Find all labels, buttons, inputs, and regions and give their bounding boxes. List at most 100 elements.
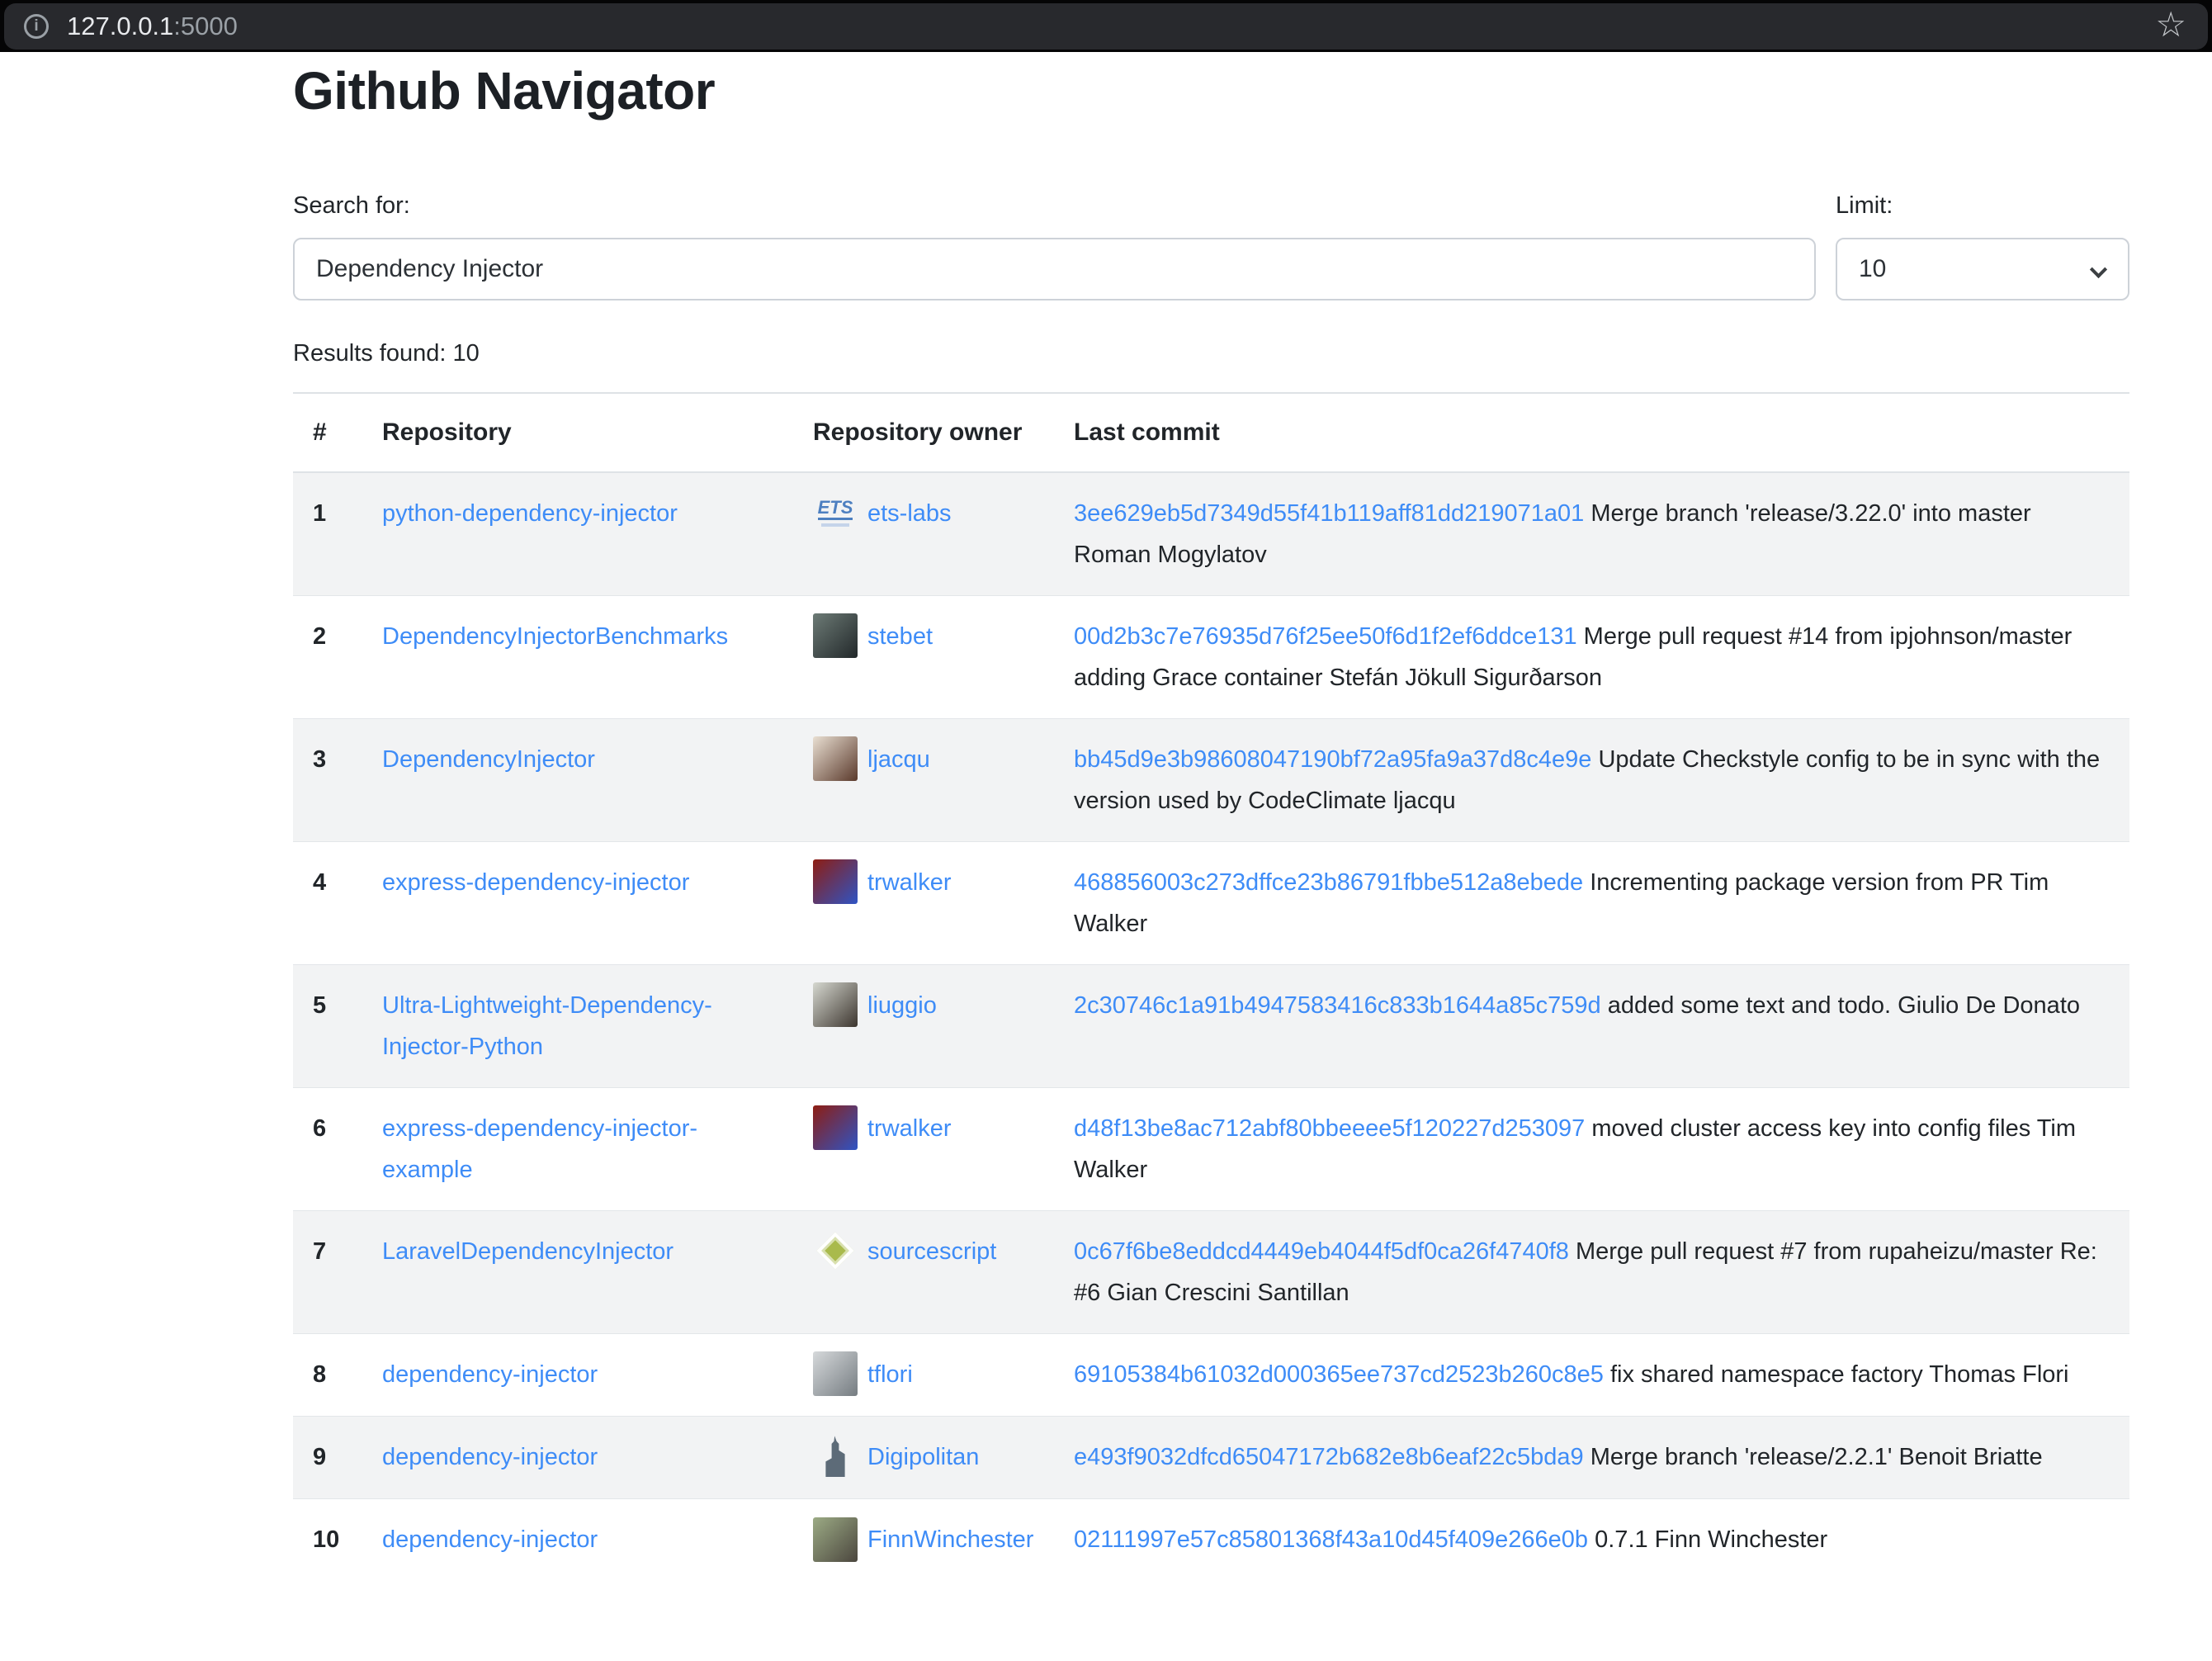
row-number-cell: 2 bbox=[293, 595, 362, 718]
commit-cell: 3ee629eb5d7349d55f41b119aff81dd219071a01… bbox=[1054, 472, 2129, 596]
owner-cell: trwalker bbox=[793, 1087, 1054, 1210]
repository-link[interactable]: dependency-injector bbox=[382, 1444, 598, 1470]
table-row: 5 Ultra-Lightweight-Dependency-Injector-… bbox=[293, 964, 2129, 1087]
site-info-icon[interactable]: i bbox=[24, 14, 49, 39]
repository-link[interactable]: DependencyInjectorBenchmarks bbox=[382, 623, 728, 650]
table-row: 4 express-dependency-injector trwalker 4… bbox=[293, 841, 2129, 964]
commit-cell: 02111997e57c85801368f43a10d45f409e266e0b… bbox=[1054, 1499, 2129, 1582]
results-table-body: 1 python-dependency-injector ETS ets-labs… bbox=[293, 472, 2129, 1582]
repository-cell: Ultra-Lightweight-Dependency-Injector-Py… bbox=[362, 964, 793, 1087]
ets-labs-logo-icon: ETS bbox=[813, 490, 858, 535]
sourcescript-diamond-logo-icon bbox=[813, 1228, 858, 1273]
row-number-cell: 1 bbox=[293, 472, 362, 596]
commit-message: 0.7.1 Finn Winchester bbox=[1595, 1526, 1827, 1553]
owner-link[interactable]: ets-labs bbox=[867, 500, 952, 527]
row-number-cell: 8 bbox=[293, 1333, 362, 1416]
owner-cell: trwalker bbox=[793, 841, 1054, 964]
limit-field-group: Limit: 10 bbox=[1836, 192, 2129, 300]
repository-link[interactable]: express-dependency-injector bbox=[382, 869, 689, 896]
repository-link[interactable]: python-dependency-injector bbox=[382, 500, 678, 527]
column-header-owner: Repository owner bbox=[793, 393, 1054, 472]
owner-link[interactable]: liuggio bbox=[867, 992, 937, 1019]
table-row: 2 DependencyInjectorBenchmarks stebet 00… bbox=[293, 595, 2129, 718]
repository-link[interactable]: express-dependency-injector-example bbox=[382, 1115, 697, 1183]
owner-cell: tflori bbox=[793, 1333, 1054, 1416]
user-photo-avatar bbox=[813, 1517, 858, 1562]
commit-hash-link[interactable]: 69105384b61032d000365ee737cd2523b260c8e5 bbox=[1074, 1361, 1604, 1388]
results-table: # Repository Repository owner Last commi… bbox=[293, 392, 2129, 1582]
owner-link[interactable]: stebet bbox=[867, 623, 933, 650]
commit-hash-link[interactable]: bb45d9e3b98608047190bf72a95fa9a37d8c4e9e bbox=[1074, 746, 1591, 773]
repository-cell: dependency-injector bbox=[362, 1499, 793, 1582]
commit-message: fix shared namespace factory Thomas Flor… bbox=[1610, 1361, 2069, 1388]
repository-link[interactable]: DependencyInjector bbox=[382, 746, 595, 773]
commit-cell: e493f9032dfcd65047172b682e8b6eaf22c5bda9… bbox=[1054, 1417, 2129, 1499]
commit-hash-link[interactable]: 0c67f6be8eddcd4449eb4044f5df0ca26f4740f8 bbox=[1074, 1238, 1569, 1265]
owner-cell: FinnWinchester bbox=[793, 1499, 1054, 1582]
row-number: 6 bbox=[313, 1115, 326, 1142]
commit-message: Merge branch 'release/2.2.1' Benoit Bria… bbox=[1590, 1444, 2043, 1470]
owner-link[interactable]: Digipolitan bbox=[867, 1444, 979, 1470]
commit-hash-link[interactable]: 00d2b3c7e76935d76f25ee50f6d1f2ef6ddce131 bbox=[1074, 623, 1577, 650]
owner-link[interactable]: sourcescript bbox=[867, 1238, 996, 1265]
url-port: :5000 bbox=[173, 12, 238, 41]
row-number: 4 bbox=[313, 869, 326, 896]
column-header-number: # bbox=[293, 393, 362, 472]
commit-cell: 0c67f6be8eddcd4449eb4044f5df0ca26f4740f8… bbox=[1054, 1210, 2129, 1333]
repository-cell: dependency-injector bbox=[362, 1333, 793, 1416]
commit-cell: 00d2b3c7e76935d76f25ee50f6d1f2ef6ddce131… bbox=[1054, 595, 2129, 718]
row-number: 3 bbox=[313, 746, 326, 773]
row-number: 10 bbox=[313, 1526, 339, 1553]
repository-cell: DependencyInjector bbox=[362, 718, 793, 841]
digipolitan-building-logo-icon bbox=[813, 1434, 858, 1479]
user-photo-avatar bbox=[813, 736, 858, 781]
bookmark-star-icon[interactable]: ☆ bbox=[2155, 7, 2186, 42]
row-number: 1 bbox=[313, 500, 326, 527]
search-field-group: Search for: bbox=[293, 192, 1816, 300]
user-photo-avatar bbox=[813, 613, 858, 658]
commit-hash-link[interactable]: 3ee629eb5d7349d55f41b119aff81dd219071a01 bbox=[1074, 500, 1584, 527]
table-row: 1 python-dependency-injector ETS ets-labs… bbox=[293, 472, 2129, 596]
commit-cell: d48f13be8ac712abf80bbeeee5f120227d253097… bbox=[1054, 1087, 2129, 1210]
repository-link[interactable]: dependency-injector bbox=[382, 1361, 598, 1388]
repository-cell: express-dependency-injector bbox=[362, 841, 793, 964]
results-count: Results found: 10 bbox=[293, 340, 2129, 367]
owner-link[interactable]: tflori bbox=[867, 1361, 913, 1388]
owner-link[interactable]: trwalker bbox=[867, 869, 952, 896]
url-bar[interactable]: i 127.0.0.1:5000 ☆ bbox=[4, 3, 2208, 50]
commit-cell: 2c30746c1a91b4947583416c833b1644a85c759d… bbox=[1054, 964, 2129, 1087]
browser-chrome: i 127.0.0.1:5000 ☆ bbox=[0, 0, 2212, 52]
repository-link[interactable]: dependency-injector bbox=[382, 1526, 598, 1553]
row-number-cell: 4 bbox=[293, 841, 362, 964]
limit-label: Limit: bbox=[1836, 192, 2129, 220]
repository-link[interactable]: LaravelDependencyInjector bbox=[382, 1238, 674, 1265]
search-input[interactable] bbox=[293, 238, 1816, 300]
commit-hash-link[interactable]: 02111997e57c85801368f43a10d45f409e266e0b bbox=[1074, 1526, 1588, 1553]
owner-cell: sourcescript bbox=[793, 1210, 1054, 1333]
repository-cell: LaravelDependencyInjector bbox=[362, 1210, 793, 1333]
table-row: 8 dependency-injector tflori 69105384b61… bbox=[293, 1333, 2129, 1416]
commit-cell: bb45d9e3b98608047190bf72a95fa9a37d8c4e9e… bbox=[1054, 718, 2129, 841]
commit-hash-link[interactable]: d48f13be8ac712abf80bbeeee5f120227d253097 bbox=[1074, 1115, 1585, 1142]
commit-hash-link[interactable]: e493f9032dfcd65047172b682e8b6eaf22c5bda9 bbox=[1074, 1444, 1584, 1470]
row-number-cell: 10 bbox=[293, 1499, 362, 1582]
commit-hash-link[interactable]: 2c30746c1a91b4947583416c833b1644a85c759d bbox=[1074, 992, 1601, 1019]
owner-link[interactable]: ljacqu bbox=[867, 746, 930, 773]
owner-cell: liuggio bbox=[793, 964, 1054, 1087]
commit-hash-link[interactable]: 468856003c273dffce23b86791fbbe512a8ebede bbox=[1074, 869, 1583, 896]
limit-select[interactable]: 10 bbox=[1836, 238, 2129, 300]
user-photo-avatar bbox=[813, 1351, 858, 1396]
row-number: 9 bbox=[313, 1444, 326, 1470]
owner-link[interactable]: trwalker bbox=[867, 1115, 952, 1142]
repository-link[interactable]: Ultra-Lightweight-Dependency-Injector-Py… bbox=[382, 992, 712, 1060]
row-number-cell: 6 bbox=[293, 1087, 362, 1210]
row-number-cell: 3 bbox=[293, 718, 362, 841]
row-number-cell: 9 bbox=[293, 1417, 362, 1499]
owner-cell: ETS ets-labs bbox=[793, 472, 1054, 596]
page-title: Github Navigator bbox=[293, 62, 2129, 121]
owner-cell: ljacqu bbox=[793, 718, 1054, 841]
owner-link[interactable]: FinnWinchester bbox=[867, 1526, 1033, 1553]
search-form: Search for: Limit: 10 bbox=[293, 192, 2129, 300]
user-photo-avatar bbox=[813, 982, 858, 1027]
commit-cell: 468856003c273dffce23b86791fbbe512a8ebede… bbox=[1054, 841, 2129, 964]
